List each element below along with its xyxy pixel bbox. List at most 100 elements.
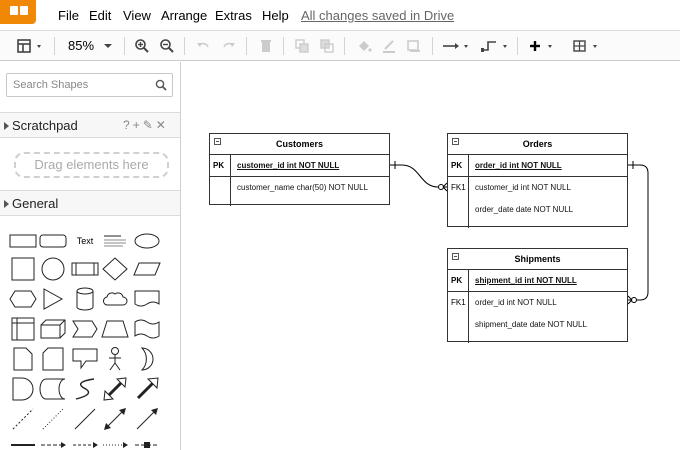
trapezoid-shape[interactable] bbox=[100, 316, 130, 342]
shadow-icon[interactable] bbox=[405, 36, 423, 56]
close-icon[interactable]: ✕ bbox=[156, 118, 166, 132]
triangle-shape[interactable] bbox=[38, 286, 68, 312]
to-back-icon[interactable] bbox=[318, 36, 336, 56]
expand-caret-icon[interactable] bbox=[4, 200, 9, 208]
format-panel-icon[interactable] bbox=[16, 36, 46, 56]
dotted-arrow-shape[interactable] bbox=[100, 432, 130, 450]
general-header[interactable]: General bbox=[0, 190, 180, 216]
data-storage-shape[interactable] bbox=[38, 376, 68, 402]
callout-shape[interactable] bbox=[70, 346, 100, 372]
zoom-out-icon[interactable] bbox=[158, 36, 176, 56]
table-row[interactable]: PK customer_id int NOT NULL bbox=[210, 155, 389, 177]
undo-icon[interactable] bbox=[194, 36, 212, 56]
process-shape[interactable] bbox=[70, 256, 100, 282]
menu-arrange[interactable]: Arrange bbox=[161, 8, 207, 23]
arrow-line-shape[interactable] bbox=[38, 432, 68, 450]
menu-extras[interactable]: Extras bbox=[215, 8, 252, 23]
to-front-icon[interactable] bbox=[293, 36, 311, 56]
table-row[interactable]: customer_name char(50) NOT NULL bbox=[210, 177, 389, 206]
card-shape[interactable] bbox=[38, 346, 68, 372]
parallelogram-shape[interactable] bbox=[132, 256, 162, 282]
square-shape[interactable] bbox=[8, 256, 38, 282]
er-table-orders[interactable]: Orders PK order_id int NOT NULL FK1 cust… bbox=[447, 133, 628, 228]
line-color-icon[interactable] bbox=[380, 36, 398, 56]
rounded-rectangle-shape[interactable] bbox=[38, 228, 68, 254]
dashed-line-shape[interactable] bbox=[8, 406, 38, 432]
insert-icon[interactable] bbox=[526, 36, 558, 56]
thick-line-shape[interactable] bbox=[8, 432, 38, 450]
save-status-link[interactable]: All changes saved in Drive bbox=[301, 8, 454, 23]
diamond-shape[interactable] bbox=[100, 256, 130, 282]
delay-shape[interactable] bbox=[8, 376, 38, 402]
internal-storage-shape[interactable] bbox=[8, 316, 38, 342]
pk-field: order_id int NOT NULL bbox=[475, 161, 562, 170]
search-icon[interactable] bbox=[155, 79, 167, 91]
document-shape[interactable] bbox=[132, 286, 162, 312]
cylinder-shape[interactable] bbox=[70, 286, 100, 312]
link-shape[interactable] bbox=[132, 432, 162, 450]
field-name: order_id int NOT NULL bbox=[475, 298, 557, 307]
field-name: customer_id int NOT NULL bbox=[475, 183, 571, 192]
connection-style-icon[interactable] bbox=[441, 36, 471, 56]
expand-caret-icon[interactable] bbox=[4, 122, 9, 130]
arrow-shape[interactable] bbox=[132, 376, 162, 402]
er-table-shipments[interactable]: Shipments PK shipment_id int NOT NULL FK… bbox=[447, 248, 628, 343]
menu-file[interactable]: File bbox=[58, 8, 79, 23]
step-shape[interactable] bbox=[70, 316, 100, 342]
actor-shape[interactable] bbox=[100, 346, 130, 372]
zoom-level[interactable]: 85% bbox=[68, 38, 94, 53]
scratchpad-drop-zone[interactable]: Drag elements here bbox=[14, 152, 169, 178]
app-logo bbox=[0, 0, 36, 24]
bidirectional-arrow-shape[interactable] bbox=[100, 376, 130, 402]
pk-label: PK bbox=[213, 161, 225, 170]
table-row[interactable]: FK1 order_id int NOT NULL shipment_date … bbox=[448, 292, 627, 343]
delete-icon[interactable] bbox=[257, 36, 275, 56]
zoom-in-icon[interactable] bbox=[133, 36, 151, 56]
cube-shape[interactable] bbox=[38, 316, 68, 342]
general-title: General bbox=[12, 196, 59, 211]
dashed-arrow-shape[interactable] bbox=[70, 432, 100, 450]
table-row[interactable]: FK1 customer_id int NOT NULL order_date … bbox=[448, 177, 627, 228]
tape-shape[interactable] bbox=[132, 316, 162, 342]
dotted-line-shape[interactable] bbox=[38, 406, 68, 432]
fk-label: FK1 bbox=[451, 298, 466, 307]
ellipse-shape[interactable] bbox=[132, 228, 162, 254]
bidirectional-connector-shape[interactable] bbox=[100, 406, 130, 432]
help-icon[interactable]: ? bbox=[123, 118, 130, 132]
shapes-sidebar: Scratchpad ?+✎✕ Drag elements here Gener… bbox=[0, 62, 181, 450]
er-table-customers[interactable]: Customers PK customer_id int NOT NULL cu… bbox=[209, 133, 390, 206]
circle-shape[interactable] bbox=[38, 256, 68, 282]
scratchpad-header[interactable]: Scratchpad ? + ✎ ✕ bbox=[0, 112, 180, 138]
or-shape[interactable] bbox=[132, 346, 162, 372]
menu-view[interactable]: View bbox=[123, 8, 151, 23]
hexagon-shape[interactable] bbox=[8, 286, 38, 312]
field-name: order_date date NOT NULL bbox=[475, 205, 574, 214]
zoom-dropdown-chevron-icon[interactable] bbox=[102, 36, 114, 56]
cloud-shape[interactable] bbox=[100, 286, 130, 312]
menu-bar: File Edit View Arrange Extras Help All c… bbox=[0, 0, 680, 30]
add-icon[interactable]: + bbox=[133, 118, 140, 132]
table-icon[interactable] bbox=[572, 36, 604, 56]
pk-field: shipment_id int NOT NULL bbox=[475, 276, 577, 285]
textbox-shape[interactable] bbox=[100, 228, 130, 254]
search-shapes-input[interactable] bbox=[7, 74, 147, 96]
rectangle-shape[interactable] bbox=[8, 228, 38, 254]
table-row[interactable]: PK shipment_id int NOT NULL bbox=[448, 270, 627, 292]
toolbar bbox=[0, 30, 680, 61]
field-name: shipment_date date NOT NULL bbox=[475, 320, 587, 329]
note-shape[interactable] bbox=[8, 346, 38, 372]
pk-label: PK bbox=[451, 276, 463, 285]
edit-icon[interactable]: ✎ bbox=[143, 118, 153, 132]
text-shape[interactable]: Text bbox=[70, 228, 100, 254]
fill-color-icon[interactable] bbox=[355, 36, 373, 56]
directional-connector-shape[interactable] bbox=[132, 406, 162, 432]
curve-shape[interactable] bbox=[70, 376, 100, 402]
pk-field: customer_id int NOT NULL bbox=[237, 161, 340, 170]
menu-help[interactable]: Help bbox=[262, 8, 289, 23]
redo-icon[interactable] bbox=[220, 36, 238, 56]
menu-edit[interactable]: Edit bbox=[89, 8, 111, 23]
line-shape[interactable] bbox=[70, 406, 100, 432]
fk-label: FK1 bbox=[451, 183, 466, 192]
waypoints-icon[interactable] bbox=[480, 36, 510, 56]
table-row[interactable]: PK order_id int NOT NULL bbox=[448, 155, 627, 177]
